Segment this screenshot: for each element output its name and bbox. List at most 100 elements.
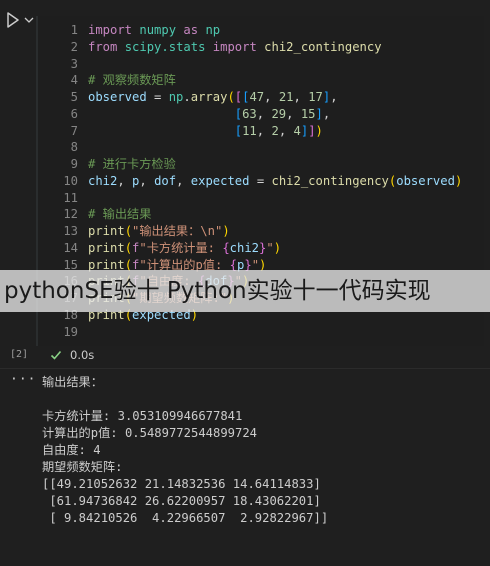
code-text: [63, 29, 15],: [88, 106, 330, 123]
code-token: (: [227, 90, 235, 104]
code-token: np: [205, 23, 221, 37]
code-token: from: [88, 39, 118, 54]
code-token: ,: [176, 173, 191, 188]
code-text: [11, 2, 4]]): [88, 123, 323, 140]
execution-count: [2]: [10, 349, 29, 360]
code-token: ): [273, 240, 282, 255]
code-token: 2: [271, 123, 279, 138]
check-icon: [50, 350, 62, 360]
output-line: [[49.21052632 21.14832536 14.64114833]: [42, 477, 321, 491]
line-number: 14: [63, 240, 78, 255]
code-token: dof: [154, 173, 177, 188]
code-token: ): [454, 173, 463, 188]
code-text: print("输出结果：\n"): [88, 223, 230, 240]
code-token: chi2: [88, 173, 118, 188]
line-number: 6: [70, 106, 78, 121]
code-text: chi2, p, dof, expected = chi2_contingenc…: [88, 173, 462, 190]
run-cell-icon[interactable]: [6, 12, 20, 28]
code-token: "输出结果：\n": [132, 224, 223, 238]
code-text: import numpy as np: [88, 22, 220, 39]
code-token: expected: [190, 173, 250, 188]
execution-time: 0.0s: [70, 348, 95, 362]
code-token: 11: [242, 123, 257, 138]
code-text: from scipy.stats import chi2_contingency: [88, 39, 382, 56]
code-token: 4: [293, 123, 301, 138]
code-token: chi2_contingency: [271, 173, 389, 188]
output-line: [ 9.84210526 4.22966507 2.92822967]]: [42, 511, 329, 525]
code-token: 29: [271, 106, 287, 121]
code-token: print: [88, 240, 125, 255]
code-token: ,: [117, 173, 133, 188]
notebook-code-cell[interactable]: 1 import numpy as np 2 from scipy.stats imp…: [0, 0, 490, 370]
code-token: ,: [256, 123, 272, 138]
code-token: print: [88, 224, 125, 238]
output-line: 卡方统计量: 3.053109946677841: [42, 409, 243, 423]
code-token: ,: [322, 106, 331, 121]
code-token: 63: [242, 106, 257, 121]
code-token: numpy: [139, 23, 177, 37]
code-text: # 输出结果: [88, 206, 151, 223]
code-token: ,: [293, 90, 309, 104]
output-line: 计算出的p值: 0.5489772544899724: [42, 426, 258, 440]
code-token: # 输出结果: [88, 207, 152, 222]
code-token: ): [222, 224, 230, 238]
line-number: 19: [63, 324, 78, 339]
code-token: {: [222, 240, 230, 255]
code-token: 15: [300, 106, 316, 121]
code-token: as: [183, 23, 199, 37]
code-token: ": [266, 240, 274, 255]
code-token: 21: [278, 90, 294, 104]
line-number: 11: [63, 190, 78, 205]
code-token: ,: [139, 173, 155, 188]
line-number: 10: [63, 173, 78, 188]
code-token: chi2_contingency: [264, 39, 382, 54]
cell-divider: [0, 368, 490, 369]
code-token: chi2: [229, 240, 260, 255]
code-token: "卡方统计量:: [139, 240, 223, 255]
code-text: # 进行卡方检验: [88, 156, 176, 173]
line-number: 12: [63, 207, 78, 222]
line-number: 7: [70, 123, 78, 138]
code-token: scipy.stats: [124, 39, 206, 54]
code-token: ,: [330, 90, 338, 104]
code-token: import: [88, 23, 133, 37]
output-line: 输出结果：: [42, 375, 103, 389]
code-token: # 进行卡方检验: [88, 157, 176, 171]
cell-output: 输出结果： 卡方统计量: 3.053109946677841 计算出的p值: 0.…: [42, 374, 328, 527]
code-token: np: [168, 90, 184, 104]
line-number: 5: [70, 90, 78, 104]
code-token: observed: [88, 90, 147, 104]
watermark-banner: pythonSE验十 Python实验十一代码实现: [0, 270, 490, 312]
code-token: ]: [315, 106, 323, 121]
code-token: 17: [308, 90, 323, 104]
output-line: 自由度: 4: [42, 443, 101, 457]
code-token: =: [146, 90, 169, 104]
code-token: (: [124, 240, 133, 255]
code-text: observed = np.array([[47, 21, 17],: [88, 89, 338, 106]
code-token: array: [190, 90, 228, 104]
code-token: ,: [264, 90, 279, 104]
line-number: 13: [63, 224, 78, 238]
ellipsis-icon[interactable]: ···: [10, 372, 36, 387]
code-token: .: [183, 90, 191, 104]
code-token: [: [234, 106, 243, 121]
code-token: (: [124, 224, 133, 238]
code-token: ,: [256, 106, 272, 121]
chevron-down-icon[interactable]: [24, 12, 34, 28]
code-text: # 观察频数矩阵: [88, 72, 176, 89]
line-number: 3: [70, 56, 78, 71]
code-token: ,: [286, 106, 301, 121]
line-number: 1: [70, 23, 78, 37]
output-line: 期望频数矩阵:: [42, 460, 123, 474]
line-number: 2: [70, 39, 78, 54]
code-text: print(f"卡方统计量: {chi2}"): [88, 240, 281, 257]
line-number: 4: [70, 73, 78, 88]
code-token: # 观察频数矩阵: [88, 73, 176, 88]
line-number: 8: [70, 140, 78, 155]
output-line: [61.94736842 26.62200957 18.43062201]: [42, 494, 321, 508]
